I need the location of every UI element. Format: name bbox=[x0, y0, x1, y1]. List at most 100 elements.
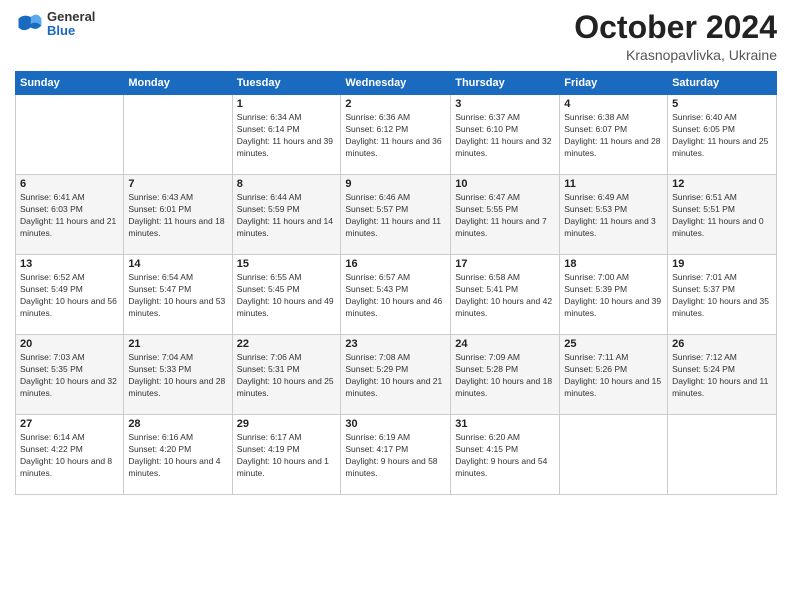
calendar-cell: 29 Sunrise: 6:17 AMSunset: 4:19 PMDayligh… bbox=[232, 415, 341, 495]
calendar-cell: 21Sunrise: 7:04 AMSunset: 5:33 PMDayligh… bbox=[124, 335, 232, 415]
title-location: Krasnopavlivka, Ukraine bbox=[574, 47, 777, 63]
calendar-week-row: 6 Sunrise: 6:41 AMSunset: 6:03 PMDaylight… bbox=[16, 175, 777, 255]
day-number: 9 bbox=[345, 178, 446, 190]
calendar-cell bbox=[124, 95, 232, 175]
day-number: 1 bbox=[237, 98, 337, 110]
day-info: Sunrise: 7:01 AMSunset: 5:37 PMDaylight:… bbox=[672, 272, 772, 320]
day-info: Sunrise: 7:11 AMSunset: 5:26 PMDaylight:… bbox=[564, 352, 663, 400]
day-info: Sunrise: 6:49 AMSunset: 5:53 PMDaylight:… bbox=[564, 192, 663, 240]
day-number: 17 bbox=[455, 258, 555, 270]
day-number: 29 bbox=[237, 418, 337, 430]
calendar-header-saturday: Saturday bbox=[668, 72, 777, 95]
day-info: Sunrise: 6:44 AMSunset: 5:59 PMDaylight:… bbox=[237, 192, 337, 240]
day-info: Sunrise: 6:41 AMSunset: 6:03 PMDaylight:… bbox=[20, 192, 119, 240]
day-number: 24 bbox=[455, 338, 555, 350]
calendar-header-row: SundayMondayTuesdayWednesdayThursdayFrid… bbox=[16, 72, 777, 95]
day-info: Sunrise: 6:34 AMSunset: 6:14 PMDaylight:… bbox=[237, 112, 337, 160]
day-info: Sunrise: 6:17 AMSunset: 4:19 PMDaylight:… bbox=[237, 432, 337, 480]
calendar-cell: 4 Sunrise: 6:38 AMSunset: 6:07 PMDaylight… bbox=[560, 95, 668, 175]
day-number: 23 bbox=[345, 338, 446, 350]
calendar-cell: 26 Sunrise: 7:12 AMSunset: 5:24 PMDayligh… bbox=[668, 335, 777, 415]
day-info: Sunrise: 7:12 AMSunset: 5:24 PMDaylight:… bbox=[672, 352, 772, 400]
calendar-header-thursday: Thursday bbox=[451, 72, 560, 95]
day-number: 30 bbox=[345, 418, 446, 430]
day-number: 5 bbox=[672, 98, 772, 110]
day-number: 7 bbox=[128, 178, 227, 190]
calendar-header-friday: Friday bbox=[560, 72, 668, 95]
day-number: 15 bbox=[237, 258, 337, 270]
calendar-table: SundayMondayTuesdayWednesdayThursdayFrid… bbox=[15, 71, 777, 495]
day-info: Sunrise: 6:54 AMSunset: 5:47 PMDaylight:… bbox=[128, 272, 227, 320]
calendar-cell: 9 Sunrise: 6:46 AMSunset: 5:57 PMDaylight… bbox=[341, 175, 451, 255]
calendar-cell bbox=[668, 415, 777, 495]
day-info: Sunrise: 6:20 AMSunset: 4:15 PMDaylight:… bbox=[455, 432, 555, 480]
day-info: Sunrise: 7:08 AMSunset: 5:29 PMDaylight:… bbox=[345, 352, 446, 400]
day-number: 11 bbox=[564, 178, 663, 190]
calendar-cell: 11 Sunrise: 6:49 AMSunset: 5:53 PMDayligh… bbox=[560, 175, 668, 255]
calendar-cell: 25 Sunrise: 7:11 AMSunset: 5:26 PMDayligh… bbox=[560, 335, 668, 415]
calendar-cell: 3 Sunrise: 6:37 AMSunset: 6:10 PMDaylight… bbox=[451, 95, 560, 175]
calendar-week-row: 13 Sunrise: 6:52 AMSunset: 5:49 PMDayligh… bbox=[16, 255, 777, 335]
day-info: Sunrise: 6:57 AMSunset: 5:43 PMDaylight:… bbox=[345, 272, 446, 320]
day-info: Sunrise: 6:46 AMSunset: 5:57 PMDaylight:… bbox=[345, 192, 446, 240]
calendar-week-row: 1 Sunrise: 6:34 AMSunset: 6:14 PMDaylight… bbox=[16, 95, 777, 175]
day-info: Sunrise: 6:52 AMSunset: 5:49 PMDaylight:… bbox=[20, 272, 119, 320]
day-info: Sunrise: 6:43 AMSunset: 6:01 PMDaylight:… bbox=[128, 192, 227, 240]
day-number: 26 bbox=[672, 338, 772, 350]
header: General Blue October 2024 Krasnopavlivka… bbox=[15, 10, 777, 63]
day-number: 2 bbox=[345, 98, 446, 110]
day-info: Sunrise: 6:58 AMSunset: 5:41 PMDaylight:… bbox=[455, 272, 555, 320]
calendar-cell: 14Sunrise: 6:54 AMSunset: 5:47 PMDayligh… bbox=[124, 255, 232, 335]
day-number: 10 bbox=[455, 178, 555, 190]
logo-icon bbox=[15, 10, 43, 38]
calendar-cell bbox=[16, 95, 124, 175]
calendar-cell: 8Sunrise: 6:44 AMSunset: 5:59 PMDaylight… bbox=[232, 175, 341, 255]
day-number: 3 bbox=[455, 98, 555, 110]
calendar-cell: 24 Sunrise: 7:09 AMSunset: 5:28 PMDayligh… bbox=[451, 335, 560, 415]
calendar-cell: 20Sunrise: 7:03 AMSunset: 5:35 PMDayligh… bbox=[16, 335, 124, 415]
calendar-cell: 16 Sunrise: 6:57 AMSunset: 5:43 PMDayligh… bbox=[341, 255, 451, 335]
calendar-week-row: 27 Sunrise: 6:14 AMSunset: 4:22 PMDayligh… bbox=[16, 415, 777, 495]
calendar-week-row: 20Sunrise: 7:03 AMSunset: 5:35 PMDayligh… bbox=[16, 335, 777, 415]
day-info: Sunrise: 6:38 AMSunset: 6:07 PMDaylight:… bbox=[564, 112, 663, 160]
logo-blue: Blue bbox=[47, 24, 95, 38]
day-number: 6 bbox=[20, 178, 119, 190]
calendar-header-monday: Monday bbox=[124, 72, 232, 95]
calendar-cell: 5Sunrise: 6:40 AMSunset: 6:05 PMDaylight… bbox=[668, 95, 777, 175]
day-info: Sunrise: 6:36 AMSunset: 6:12 PMDaylight:… bbox=[345, 112, 446, 160]
day-info: Sunrise: 6:51 AMSunset: 5:51 PMDaylight:… bbox=[672, 192, 772, 240]
calendar-cell: 13 Sunrise: 6:52 AMSunset: 5:49 PMDayligh… bbox=[16, 255, 124, 335]
calendar-cell: 19 Sunrise: 7:01 AMSunset: 5:37 PMDayligh… bbox=[668, 255, 777, 335]
calendar-header-sunday: Sunday bbox=[16, 72, 124, 95]
day-number: 28 bbox=[128, 418, 227, 430]
day-info: Sunrise: 6:16 AMSunset: 4:20 PMDaylight:… bbox=[128, 432, 227, 480]
day-number: 13 bbox=[20, 258, 119, 270]
calendar-cell: 18 Sunrise: 7:00 AMSunset: 5:39 PMDayligh… bbox=[560, 255, 668, 335]
day-number: 22 bbox=[237, 338, 337, 350]
day-number: 16 bbox=[345, 258, 446, 270]
calendar-cell: 10Sunrise: 6:47 AMSunset: 5:55 PMDayligh… bbox=[451, 175, 560, 255]
day-number: 4 bbox=[564, 98, 663, 110]
calendar-cell: 28 Sunrise: 6:16 AMSunset: 4:20 PMDayligh… bbox=[124, 415, 232, 495]
day-info: Sunrise: 7:09 AMSunset: 5:28 PMDaylight:… bbox=[455, 352, 555, 400]
logo-general: General bbox=[47, 10, 95, 24]
calendar-cell: 22 Sunrise: 7:06 AMSunset: 5:31 PMDayligh… bbox=[232, 335, 341, 415]
calendar-header-wednesday: Wednesday bbox=[341, 72, 451, 95]
logo-text: General Blue bbox=[47, 10, 95, 39]
calendar-cell: 1 Sunrise: 6:34 AMSunset: 6:14 PMDaylight… bbox=[232, 95, 341, 175]
day-info: Sunrise: 7:06 AMSunset: 5:31 PMDaylight:… bbox=[237, 352, 337, 400]
day-info: Sunrise: 6:14 AMSunset: 4:22 PMDaylight:… bbox=[20, 432, 119, 480]
day-info: Sunrise: 6:19 AMSunset: 4:17 PMDaylight:… bbox=[345, 432, 446, 480]
day-number: 18 bbox=[564, 258, 663, 270]
day-info: Sunrise: 6:37 AMSunset: 6:10 PMDaylight:… bbox=[455, 112, 555, 160]
day-info: Sunrise: 7:00 AMSunset: 5:39 PMDaylight:… bbox=[564, 272, 663, 320]
calendar-cell: 12Sunrise: 6:51 AMSunset: 5:51 PMDayligh… bbox=[668, 175, 777, 255]
calendar-cell bbox=[560, 415, 668, 495]
day-number: 19 bbox=[672, 258, 772, 270]
calendar-cell: 23 Sunrise: 7:08 AMSunset: 5:29 PMDayligh… bbox=[341, 335, 451, 415]
day-number: 25 bbox=[564, 338, 663, 350]
page: General Blue October 2024 Krasnopavlivka… bbox=[0, 0, 792, 612]
day-number: 21 bbox=[128, 338, 227, 350]
day-number: 27 bbox=[20, 418, 119, 430]
day-info: Sunrise: 7:03 AMSunset: 5:35 PMDaylight:… bbox=[20, 352, 119, 400]
